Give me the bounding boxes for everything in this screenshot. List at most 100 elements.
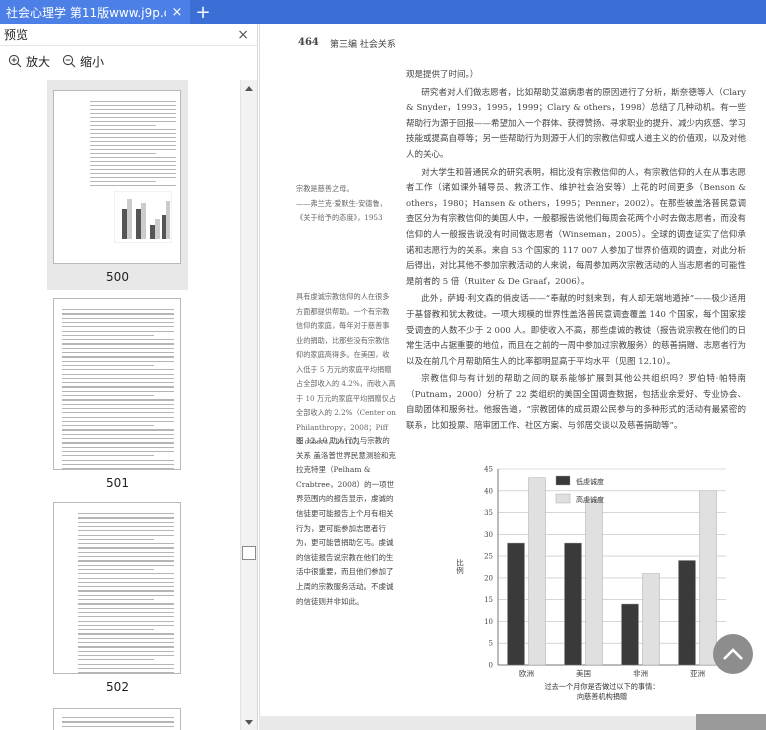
zoom-out-label: 缩小 bbox=[80, 54, 105, 69]
thumbnail-line bbox=[62, 455, 154, 457]
legend-label: 低虔诚度 bbox=[576, 477, 604, 486]
thumbnail-line bbox=[78, 538, 154, 541]
bar-low bbox=[621, 603, 639, 666]
thumbnail-503[interactable] bbox=[47, 702, 188, 730]
thumbnail-line bbox=[62, 326, 174, 328]
thumbnail-line bbox=[78, 654, 174, 657]
thumbnail-page bbox=[53, 708, 181, 730]
thumbnail-line bbox=[78, 556, 174, 558]
thumbnail-line bbox=[62, 468, 174, 469]
bar-low bbox=[678, 560, 696, 666]
x-tick-label: 非洲 bbox=[633, 668, 648, 678]
zoom-in-label: 放大 bbox=[26, 54, 51, 69]
zoom-out-button[interactable]: 缩小 bbox=[62, 53, 104, 70]
thumbnail-line bbox=[62, 425, 154, 427]
scrollbar-thumb[interactable] bbox=[242, 546, 256, 560]
thumbnail-line bbox=[78, 611, 174, 614]
document-tab[interactable]: 社会心理学 第11版www.j9p.com × bbox=[0, 0, 190, 24]
document-viewer[interactable]: 464 第三编 社会关系 观是提供了时间。） 研究者对人们做志愿者，比如帮助艾滋… bbox=[259, 24, 766, 730]
thumbnail-line bbox=[90, 173, 176, 175]
thumbnail-line bbox=[90, 121, 176, 123]
new-tab-button[interactable]: + bbox=[190, 0, 216, 24]
zoom-in-icon bbox=[8, 54, 22, 68]
y-tick-label: 20 bbox=[484, 574, 493, 582]
thumbnail-line bbox=[78, 637, 174, 639]
paragraph: 宗教信仰与有计划的帮助之间的联系能够扩展到其他公共组织吗？罗伯特·帕特南（Put… bbox=[406, 374, 746, 432]
thumbnail-line bbox=[90, 153, 156, 155]
thumbnail-line bbox=[90, 145, 176, 147]
thumbnail-line bbox=[62, 317, 174, 319]
thumbnail-line bbox=[90, 169, 176, 171]
thumbnail-line bbox=[62, 360, 174, 362]
scroll-up-icon[interactable] bbox=[245, 86, 253, 91]
sidebar-scrollbar[interactable] bbox=[240, 80, 257, 730]
x-tick-label: 欧洲 bbox=[519, 668, 534, 678]
thumbnail-line bbox=[90, 129, 176, 131]
thumbnail-line bbox=[78, 547, 174, 549]
zoom-in-button[interactable]: 放大 bbox=[8, 53, 50, 70]
status-overlay bbox=[696, 714, 766, 730]
thumbnail-502[interactable]: 502 bbox=[47, 496, 188, 696]
thumbnail-line bbox=[90, 185, 176, 187]
scroll-down-icon[interactable] bbox=[245, 720, 253, 725]
thumbnail-501[interactable]: 501 bbox=[47, 292, 188, 492]
thumbnail-line bbox=[78, 646, 174, 648]
thumbnail-line bbox=[78, 530, 174, 532]
thumbnail-line bbox=[62, 717, 174, 719]
thumbnail-line bbox=[62, 721, 174, 723]
y-tick-label: 25 bbox=[484, 553, 493, 561]
bar-chart: 0 5 10 15 20 25 30 35 40 45 欧洲 美国 非洲 亚洲 比例 低虔诚度高虔诚度过去一个… bbox=[455, 466, 726, 700]
thumbnail-line bbox=[62, 433, 174, 435]
thumbnail-line bbox=[62, 446, 174, 448]
y-tick-label: 5 bbox=[489, 640, 493, 648]
thumbnail-line bbox=[78, 517, 174, 519]
thumbnail-line bbox=[78, 642, 174, 644]
tab-close-icon[interactable]: × bbox=[170, 5, 184, 20]
y-tick-label: 0 bbox=[489, 662, 493, 670]
thumbnail-line bbox=[78, 624, 174, 627]
figure-caption: 图 12.10 助人行为与宗教的关系 盖洛普世界民意测验和克拉克特里（Pelha… bbox=[296, 436, 396, 606]
legend-label: 高虔诚度 bbox=[576, 495, 604, 504]
back-to-top-button[interactable] bbox=[713, 634, 753, 674]
y-tick-label: 10 bbox=[484, 618, 493, 626]
thumbnail-line bbox=[62, 386, 174, 388]
thumbnail-line bbox=[78, 659, 154, 661]
x-tick-label: 美国 bbox=[576, 668, 591, 678]
preview-sidebar: 预览 × 放大 缩小 500 501 502 bbox=[0, 24, 258, 730]
thumbnail-line bbox=[62, 313, 174, 315]
y-tick-label: 40 bbox=[484, 487, 493, 495]
zoom-controls: 放大 缩小 bbox=[0, 46, 257, 76]
thumbnail-line bbox=[78, 603, 174, 605]
bar-high bbox=[699, 490, 717, 666]
thumbnail-line bbox=[90, 101, 176, 103]
paragraph: 研究者对人们做志愿者，比如帮助艾滋病患者的原因进行了分析，斯奈德等人（Clary… bbox=[406, 87, 747, 160]
thumbnail-line bbox=[62, 416, 174, 418]
bar-high bbox=[642, 573, 660, 666]
sidebar-close-icon[interactable]: × bbox=[237, 27, 249, 43]
thumbnail-line bbox=[78, 667, 174, 670]
y-tick-label: 35 bbox=[484, 509, 493, 517]
thumbnail-label: 502 bbox=[106, 680, 129, 694]
sidebar-header: 预览 × bbox=[0, 24, 257, 46]
y-axis-label: 比例 bbox=[455, 558, 464, 576]
thumbnail-line bbox=[62, 334, 154, 337]
thumbnail-line bbox=[62, 420, 174, 423]
thumbnail-line bbox=[78, 525, 174, 528]
thumbnail-line bbox=[78, 620, 174, 622]
page-body: 观是提供了时间。） 研究者对人们做志愿者，比如帮助艾滋病患者的原因进行了分析，斯… bbox=[406, 68, 746, 437]
thumbnail-line bbox=[78, 650, 174, 652]
thumbnail-line bbox=[90, 177, 176, 179]
thumbnail-line bbox=[62, 407, 174, 410]
thumbnail-line bbox=[90, 181, 156, 183]
thumbnail-500[interactable]: 500 bbox=[47, 80, 188, 290]
thumbnail-line bbox=[62, 395, 154, 397]
thumbnail-page bbox=[53, 502, 181, 674]
thumbnail-line bbox=[90, 137, 176, 139]
bar-high bbox=[585, 499, 603, 666]
thumbnail-line bbox=[78, 543, 174, 545]
thumbnail-line bbox=[62, 364, 154, 367]
thumbnail-line bbox=[62, 390, 174, 392]
thumbnail-line bbox=[78, 560, 174, 562]
y-tick-label: 45 bbox=[484, 466, 493, 474]
thumbnail-line bbox=[90, 161, 176, 163]
